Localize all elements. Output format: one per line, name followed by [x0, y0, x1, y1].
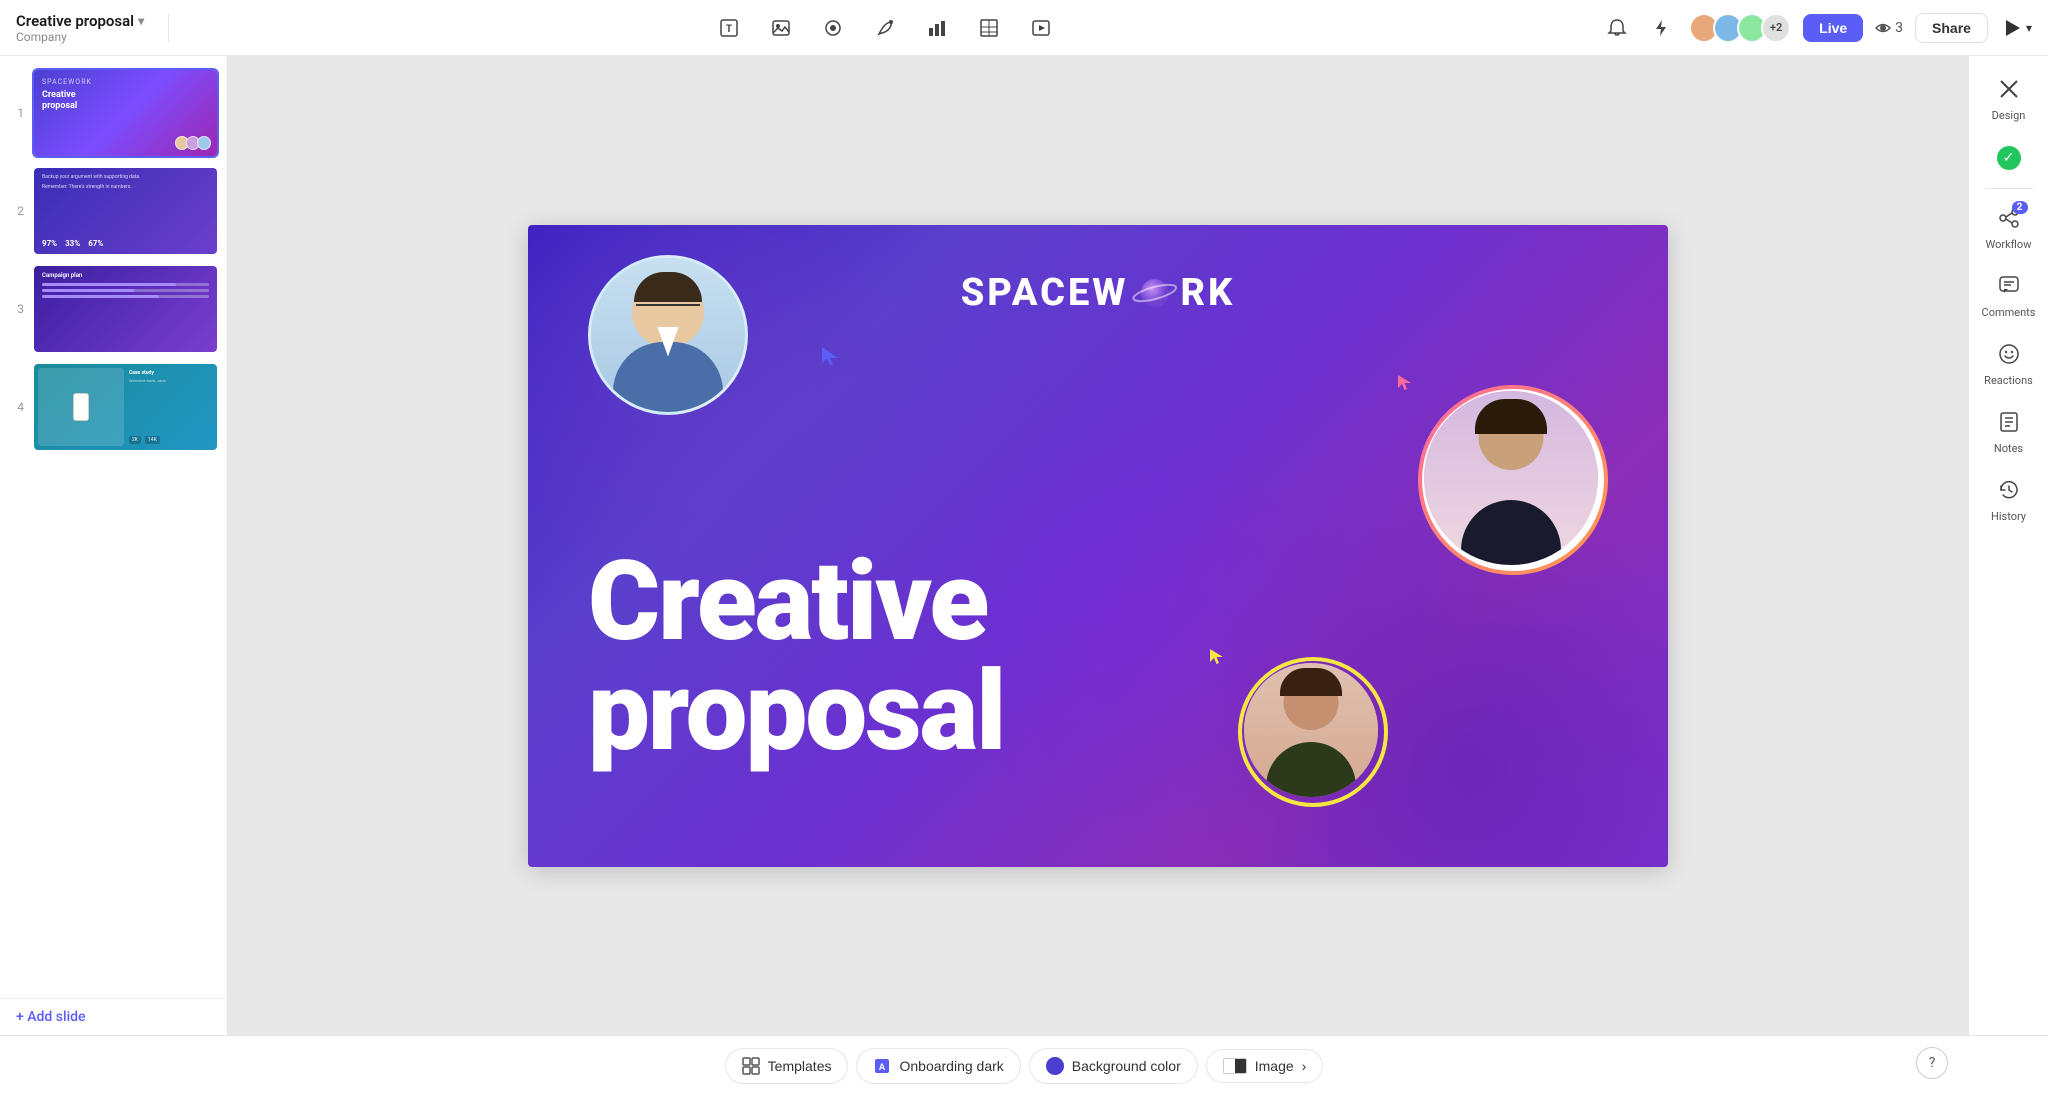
slide-item-3[interactable]: 3 Campaign plan — [8, 264, 219, 354]
topbar-divider1 — [168, 14, 169, 42]
slide-main-title: Creative proposal — [588, 547, 1004, 767]
logo-planet-icon — [1130, 269, 1178, 317]
color-dot — [1046, 1057, 1064, 1075]
share-button[interactable]: Share — [1915, 13, 1988, 43]
cursor-3 — [1208, 647, 1226, 669]
slide-thumb-3[interactable]: Campaign plan — [32, 264, 219, 354]
slide-thumbnail-1: SPACEWORK Creativeproposal — [34, 70, 217, 156]
slide-number-4: 4 — [8, 400, 24, 414]
theme-button[interactable]: A Onboarding dark — [856, 1048, 1020, 1084]
templates-icon — [742, 1057, 760, 1075]
lightning-button[interactable] — [1645, 12, 1677, 44]
slide-thumb-1[interactable]: SPACEWORK Creativeproposal — [32, 68, 219, 158]
image-swatch — [1223, 1058, 1247, 1074]
text-tool-button[interactable]: T — [713, 12, 745, 44]
right-panel: Design ✓ 2 Workflow — [1968, 56, 2048, 1035]
table-tool-button[interactable] — [973, 12, 1005, 44]
cursor-2 — [1396, 373, 1414, 395]
view-count: 3 — [1875, 20, 1903, 36]
add-slide-button[interactable]: + Add slide — [0, 998, 227, 1035]
main-content: 1 SPACEWORK Creativeproposal 2 — [0, 56, 2048, 1035]
slide-thumbnail-4: Case study Welcome back, Jane. 2K 14K — [34, 364, 217, 450]
avatar-count: +2 — [1761, 13, 1791, 43]
svg-text:T: T — [726, 24, 732, 35]
comments-label: Comments — [1982, 306, 2036, 319]
collaborator-avatar-1 — [588, 255, 748, 415]
topbar-right: +2 Live 3 Share ▾ — [1601, 12, 2032, 44]
history-icon — [1998, 479, 2020, 506]
slide-list: 1 SPACEWORK Creativeproposal 2 — [0, 56, 227, 464]
slide-item-1[interactable]: 1 SPACEWORK Creativeproposal — [8, 68, 219, 158]
notifications-button[interactable] — [1601, 12, 1633, 44]
live-button[interactable]: Live — [1803, 14, 1863, 42]
slide-item-2[interactable]: 2 Backup your argument with supporting d… — [8, 166, 219, 256]
comments-icon — [1998, 275, 2020, 302]
slide-item-4[interactable]: 4 Case study Welcome back, Jane. 2K 14K — [8, 362, 219, 452]
reactions-label: Reactions — [1984, 374, 2033, 387]
pen-tool-button[interactable] — [869, 12, 901, 44]
check-icon: ✓ — [1997, 146, 2021, 170]
notes-icon — [1998, 411, 2020, 438]
slide-thumb-2[interactable]: Backup your argument with supporting dat… — [32, 166, 219, 256]
app-subtitle: Company — [16, 30, 156, 44]
app-title[interactable]: Creative proposal ▾ — [16, 12, 156, 30]
slide-number-1: 1 — [8, 106, 24, 120]
design-label: Design — [1992, 109, 2026, 122]
help-button[interactable]: ? — [1916, 1047, 1948, 1079]
design-icon — [1998, 78, 2020, 105]
cursor-1 — [820, 345, 842, 371]
templates-button[interactable]: Templates — [725, 1048, 849, 1084]
bottombar: Templates A Onboarding dark Background c… — [0, 1035, 2048, 1095]
svg-text:A: A — [879, 1062, 886, 1072]
approved-status: ✓ — [1973, 136, 2045, 180]
topbar: Creative proposal ▾ Company T — [0, 0, 2048, 56]
history-panel-button[interactable]: History — [1973, 469, 2045, 533]
design-panel-button[interactable]: Design — [1973, 68, 2045, 132]
slide-thumbnail-2: Backup your argument with supporting dat… — [34, 168, 217, 254]
slide-thumb-4[interactable]: Case study Welcome back, Jane. 2K 14K — [32, 362, 219, 452]
topbar-tools: T — [181, 12, 1589, 44]
workflow-icon: 2 — [1998, 207, 2020, 234]
comments-panel-button[interactable]: Comments — [1973, 265, 2045, 329]
shapes-tool-button[interactable] — [817, 12, 849, 44]
slide-logo: SPACEW RK — [961, 269, 1236, 317]
collaborator-avatars: +2 — [1689, 13, 1791, 43]
workflow-badge: 2 — [2012, 201, 2028, 214]
app-title-area: Creative proposal ▾ Company — [16, 12, 156, 44]
slide-panel: 1 SPACEWORK Creativeproposal 2 — [0, 56, 228, 1035]
right-divider-1 — [1985, 188, 2033, 189]
notes-panel-button[interactable]: Notes — [1973, 401, 2045, 465]
chart-tool-button[interactable] — [921, 12, 953, 44]
slide-number-2: 2 — [8, 204, 24, 218]
collaborator-avatar-3 — [1238, 657, 1388, 807]
collaborator-avatar-2 — [1418, 385, 1608, 575]
image-tool-button[interactable] — [765, 12, 797, 44]
media-tool-button[interactable] — [1025, 12, 1057, 44]
theme-icon: A — [873, 1057, 891, 1075]
canvas-area: SPACEW RK — [228, 56, 1968, 1035]
slide-thumbnail-3: Campaign plan — [34, 266, 217, 352]
reactions-icon — [1998, 343, 2020, 370]
history-label: History — [1991, 510, 2026, 523]
slide-number-3: 3 — [8, 302, 24, 316]
image-button[interactable]: Image › — [1206, 1049, 1324, 1083]
background-color-button[interactable]: Background color — [1029, 1048, 1198, 1084]
workflow-panel-button[interactable]: 2 Workflow — [1973, 197, 2045, 261]
reactions-panel-button[interactable]: Reactions — [1973, 333, 2045, 397]
play-button[interactable]: ▾ — [2000, 17, 2032, 39]
notes-label: Notes — [1994, 442, 2023, 455]
slide-canvas[interactable]: SPACEW RK — [528, 225, 1668, 867]
workflow-label: Workflow — [1986, 238, 2032, 251]
